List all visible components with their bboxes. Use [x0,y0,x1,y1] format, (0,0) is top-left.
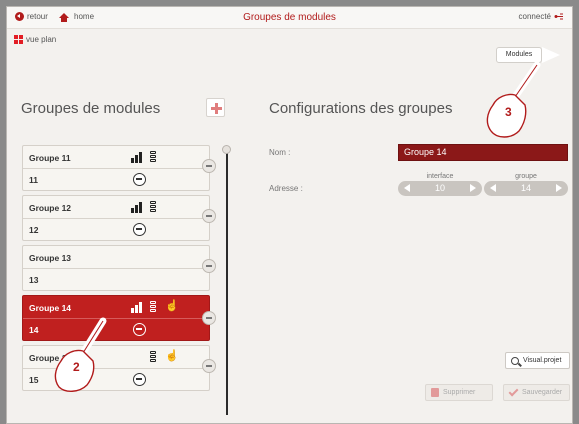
callout-hand-2: 2 [45,313,115,393]
callout-number: 2 [73,360,80,374]
grid-icon [14,35,23,44]
page-title: Groupes de modules [243,12,336,23]
group-row-11[interactable]: Groupe 11 11 [22,145,210,191]
traffic-light-icon [148,301,158,313]
callout-number: 3 [505,105,512,119]
chart-icon [131,201,143,213]
add-group-button[interactable] [206,98,225,117]
usb-icon [133,323,146,336]
plan-view-label: vue plan [26,35,57,44]
group-toggle[interactable] [202,209,216,223]
hand-icon: ☝ [165,350,179,362]
save-label: Sauvegarder [522,389,563,396]
traffic-light-icon [148,201,158,213]
group-toggle[interactable] [202,259,216,273]
group-caption: groupe [515,173,537,180]
interface-caption: interface [426,173,454,180]
trash-icon [431,388,439,397]
group-address: 12 [29,225,39,235]
group-address: 13 [29,275,39,285]
interface-stepper[interactable]: 10 [398,181,482,196]
list-scrollbar[interactable] [226,149,228,415]
delete-button[interactable]: Supprimer [425,384,493,401]
save-button[interactable]: Sauvegarder [503,384,570,401]
group-name: Groupe 14 [29,303,72,313]
group-toggle[interactable] [202,359,216,373]
group-name: Groupe 12 [29,203,72,213]
usb-icon [133,373,146,386]
delete-label: Supprimer [443,389,476,396]
name-label: Nom : [269,148,291,157]
sub-bar: vue plan [7,30,572,52]
usb-icon [133,223,146,236]
traffic-light-icon [148,351,158,363]
row-divider [23,168,209,169]
increment-icon[interactable] [470,184,476,192]
status-label: connecté [518,12,551,21]
address-label: Adresse : [269,184,303,193]
group-name: Groupe 13 [29,253,72,263]
group-stepper[interactable]: 14 [484,181,568,196]
usb-icon [133,173,146,186]
group-name-field[interactable]: Groupe 14 [398,144,568,161]
app-window: retour home Groupes de modules connecté … [6,6,573,424]
group-address: 14 [29,325,39,335]
plan-view-button[interactable]: vue plan [14,35,56,44]
group-toggle[interactable] [202,159,216,173]
row-divider [23,268,209,269]
group-address: 15 [29,375,39,385]
group-address: 11 [29,175,38,185]
magnifier-icon [511,356,519,365]
callout-hand-3: 3 [475,61,545,141]
traffic-light-icon [148,151,158,163]
chart-icon [131,301,143,313]
check-icon [508,386,519,396]
hand-icon: ☝ [165,300,179,312]
connection-icon [554,13,563,20]
visual-project-button[interactable]: Visual.projet [505,352,570,369]
scroll-knob[interactable] [222,145,231,154]
group-row-12[interactable]: Groupe 12 12 [22,195,210,241]
group-toggle[interactable] [202,311,216,325]
row-divider [23,218,209,219]
increment-icon[interactable] [556,184,562,192]
config-heading: Configurations des groupes [269,100,453,117]
group-row-13[interactable]: Groupe 13 13 [22,245,210,291]
groups-heading: Groupes de modules [21,100,161,117]
visual-project-label: Visual.projet [523,357,562,364]
chart-icon [131,151,143,163]
group-name: Groupe 11 [29,153,71,163]
connection-status: connecté [519,12,564,21]
top-bar: retour home Groupes de modules connecté [7,7,572,29]
